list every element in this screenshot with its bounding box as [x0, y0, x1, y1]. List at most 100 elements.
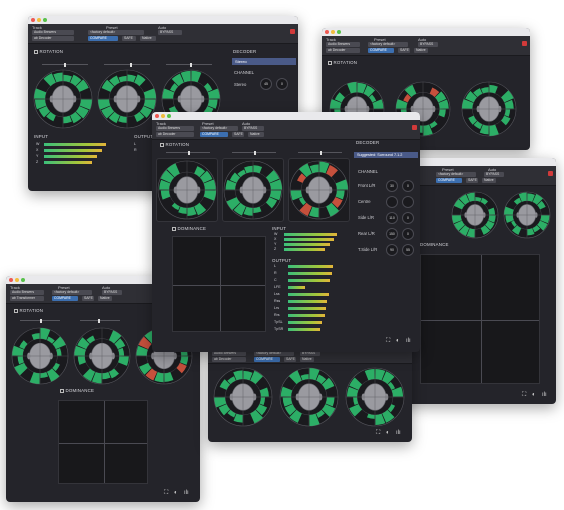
close-dot[interactable] — [155, 114, 159, 118]
fullscreen-icon[interactable]: ⛶ — [386, 338, 390, 345]
compare-button[interactable]: COMPARE — [88, 36, 118, 41]
angle-dial[interactable]: 30 — [386, 180, 398, 192]
zoom-dot[interactable] — [43, 18, 47, 22]
track-select[interactable]: Audio Brewers — [32, 30, 74, 35]
fullscreen-icon[interactable]: ⛶ — [522, 392, 526, 399]
rotation-slider-1[interactable] — [20, 318, 60, 323]
tilt-dial[interactable]: 0 — [402, 212, 414, 224]
compare-button[interactable]: COMPARE — [254, 357, 280, 362]
decoder-format[interactable]: Suggested: Surround 7.1.2 — [354, 152, 418, 158]
preset-select[interactable]: <factory default> — [52, 290, 92, 295]
bypass-button[interactable]: BYPASS — [484, 172, 504, 177]
preset-select[interactable]: <factory default> — [88, 30, 144, 35]
checkbox-icon[interactable] — [172, 227, 176, 231]
native-button[interactable]: Native — [248, 132, 264, 137]
fullscreen-icon[interactable]: ⛶ — [164, 490, 168, 497]
checkbox-icon[interactable] — [34, 50, 38, 54]
rotation-rose-2[interactable] — [278, 366, 340, 428]
rotation-rose-1[interactable] — [212, 366, 274, 428]
angle-dial[interactable]: 45 — [260, 78, 272, 90]
safe-button[interactable]: SAFE — [466, 178, 478, 183]
decoder-format[interactable]: Stereo — [232, 58, 296, 65]
dominance-pad[interactable] — [420, 254, 540, 384]
track-select[interactable]: Audio Brewers — [326, 42, 360, 47]
compare-button[interactable]: COMPARE — [52, 296, 78, 301]
rotation-rose-2[interactable] — [222, 159, 284, 221]
close-icon[interactable] — [548, 171, 553, 176]
angle-dial[interactable] — [386, 196, 398, 208]
safe-button[interactable]: SAFE — [82, 296, 94, 301]
plugin-select[interactable]: ab Decoder — [212, 357, 246, 362]
rotation-slider-2[interactable] — [104, 62, 150, 67]
rotation-slider-3[interactable] — [166, 62, 212, 67]
plugin-select[interactable]: ab Decoder — [32, 36, 74, 41]
rotation-rose-2[interactable] — [72, 326, 132, 386]
close-icon[interactable] — [522, 41, 527, 46]
tilt-dial[interactable]: 0 — [402, 228, 414, 240]
plugin-select[interactable]: ab Decoder — [156, 132, 194, 137]
safe-button[interactable]: SAFE — [284, 357, 296, 362]
rotation-rose-3[interactable] — [344, 366, 406, 428]
rotation-rose-1[interactable] — [32, 68, 94, 130]
minimize-dot[interactable] — [161, 114, 165, 118]
bypass-button[interactable]: BYPASS — [418, 42, 438, 47]
checkbox-icon[interactable] — [328, 61, 332, 65]
close-icon[interactable] — [412, 125, 417, 130]
native-button[interactable]: Native — [482, 178, 496, 183]
compare-button[interactable]: COMPARE — [200, 132, 228, 137]
angle-dial[interactable]: 110 — [386, 212, 398, 224]
tilt-dial[interactable]: 0 — [276, 78, 288, 90]
tilt-dial[interactable]: 0 — [402, 180, 414, 192]
close-icon[interactable] — [290, 29, 295, 34]
preset-select[interactable]: <factory default> — [436, 172, 476, 177]
dominance-pad[interactable] — [172, 236, 266, 332]
angle-dial[interactable]: 150 — [386, 228, 398, 240]
tilt-dial[interactable] — [402, 196, 414, 208]
angle-dial[interactable]: 90 — [386, 244, 398, 256]
bypass-button[interactable]: BYPASS — [242, 126, 264, 131]
close-dot[interactable] — [31, 18, 35, 22]
checkbox-icon[interactable] — [14, 309, 18, 313]
native-button[interactable]: Native — [140, 36, 156, 41]
fullscreen-icon[interactable]: ⛶ — [376, 430, 380, 437]
rotation-slider-1[interactable] — [42, 62, 88, 67]
bypass-button[interactable]: BYPASS — [102, 290, 122, 295]
safe-button[interactable]: SAFE — [122, 36, 136, 41]
rotation-rose-3[interactable] — [502, 190, 552, 240]
compare-button[interactable]: COMPARE — [436, 178, 462, 183]
rotation-rose-1[interactable] — [10, 326, 70, 386]
plugin-select[interactable]: ab Transformer — [10, 296, 44, 301]
contrast-icon[interactable]: ◐ — [532, 392, 536, 398]
minimize-dot[interactable] — [37, 18, 41, 22]
safe-button[interactable]: SAFE — [398, 48, 410, 53]
zoom-dot[interactable] — [167, 114, 171, 118]
bypass-button[interactable]: BYPASS — [158, 30, 182, 35]
safe-button[interactable]: SAFE — [232, 132, 244, 137]
rotation-rose-3[interactable] — [288, 159, 350, 221]
rotation-slider-2[interactable] — [80, 318, 120, 323]
native-button[interactable]: Native — [300, 357, 314, 362]
tilt-dial[interactable]: 55 — [402, 244, 414, 256]
rotation-rose-1[interactable] — [156, 159, 218, 221]
preset-select[interactable]: <factory default> — [200, 126, 238, 131]
rotation-rose-2[interactable] — [96, 68, 158, 130]
checkbox-icon[interactable] — [160, 143, 164, 147]
rotation-rose-2[interactable] — [450, 190, 500, 240]
rotation-slider-3[interactable] — [298, 150, 342, 155]
native-button[interactable]: Native — [414, 48, 428, 53]
contrast-icon[interactable]: ◐ — [174, 490, 178, 496]
preset-select[interactable]: <factory default> — [368, 42, 408, 47]
plugin-select[interactable]: ab Decoder — [326, 48, 360, 53]
checkbox-icon[interactable] — [60, 389, 64, 393]
contrast-icon[interactable]: ◐ — [396, 338, 400, 344]
native-button[interactable]: Native — [98, 296, 112, 301]
dominance-pad[interactable] — [58, 400, 148, 484]
rotation-rose-3[interactable] — [460, 80, 518, 138]
rotation-slider-1[interactable] — [166, 150, 210, 155]
rotation-slider-2[interactable] — [232, 150, 276, 155]
contrast-icon[interactable]: ◐ — [386, 430, 390, 436]
compare-button[interactable]: COMPARE — [368, 48, 394, 53]
track-select[interactable]: Audio Brewers — [10, 290, 44, 295]
meter-label: C — [274, 277, 277, 282]
track-select[interactable]: Audio Brewers — [156, 126, 194, 131]
